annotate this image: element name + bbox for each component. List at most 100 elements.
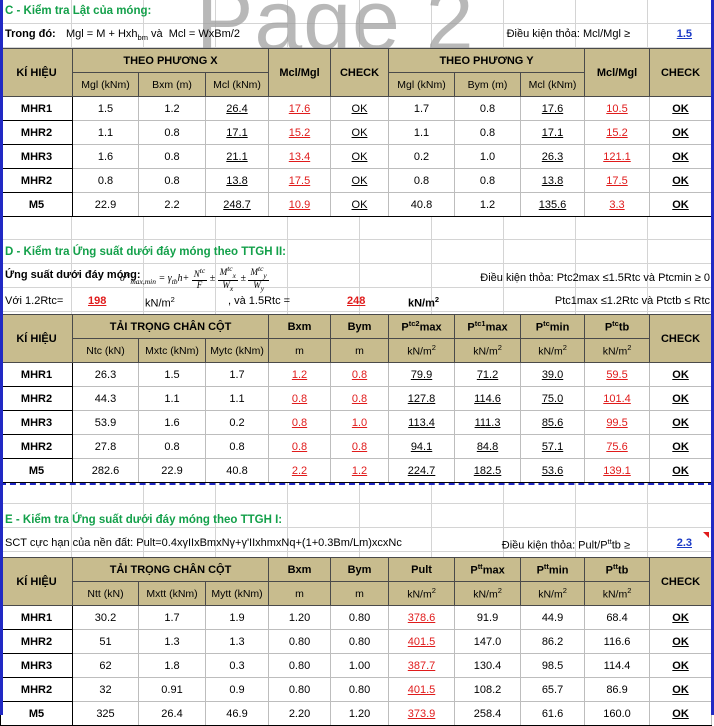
table-cell: 40.8 [204,458,270,483]
table-row: M5 282.6 22.9 40.8 2.2 1.2 224.7 182.5 53.6 139.1… [0,458,713,483]
col-header-ptc1max: Ptc1max [454,314,522,339]
table-cell: 0.8 [138,120,206,145]
table-cell: 26.4 [205,96,269,121]
row-label: MHR2 [0,168,73,193]
section-c-table: KÍ HIỆU THEO PHƯƠNG X Mcl/Mgl CHECK THEO… [0,48,712,217]
table-cell: 91.9 [454,605,522,630]
col-header-check: CHECK [649,557,713,606]
row-label: MHR3 [0,410,73,435]
table-cell: 0.80 [268,629,332,654]
table-cell: 0.80 [330,677,390,702]
table-cell: 0.8 [454,120,521,145]
section-c-condition-value[interactable]: 1.5 [677,28,692,40]
rtc-label-1: Với 1.2Rtc= [5,295,64,307]
table-cell: 10.5 [584,96,650,121]
table-cell: 98.5 [520,653,586,678]
cell-check: OK [649,168,712,193]
table-cell: 51 [72,629,139,654]
table-row: MHR3 62 1.8 0.3 0.80 1.00 387.7 130.4 98.5 114.4 O… [0,653,713,678]
section-d-note: Ứng suất dưới đáy móng: σtcmax,min = γtb… [0,264,714,292]
table-cell: 1.9 [204,605,270,630]
spacer-row-after-c [0,217,714,241]
table-cell: 2.20 [268,701,332,726]
table-cell: 2.2 [268,458,332,483]
table-cell: 373.9 [388,701,456,726]
table-cell: 224.7 [388,458,456,483]
rtc-value-1[interactable]: 198 [88,295,106,307]
section-e-condition-value[interactable]: 2.3 [677,537,692,549]
col-header-pttmin: Pttmin [520,557,586,582]
table-cell: 13.8 [520,168,585,193]
table-cell: 0.80 [330,605,390,630]
table-cell: 62 [72,653,139,678]
comment-marker-icon[interactable] [703,532,709,538]
table-cell: 75.6 [584,434,651,459]
table-cell: 17.1 [205,120,269,145]
table-cell: 32 [72,677,139,702]
table-cell: 1.7 [204,362,270,387]
col-group-column-loads: TẢI TRỌNG CHÂN CỘT [71,314,270,339]
table-cell: 1.5 [138,362,206,387]
table-cell: 1.2 [330,458,390,483]
section-d-table: KÍ HIỆU TẢI TRỌNG CHÂN CỘT Bxm Bym Ptc2m… [0,314,713,483]
table-cell: 0.8 [388,168,455,193]
table-cell: 1.0 [330,410,390,435]
table-cell: 108.2 [454,677,522,702]
table-cell: 26.3 [520,144,585,169]
col-group-direction-y: THEO PHƯƠNG Y [388,48,585,73]
col-unit-pttmin: kN/m2 [520,581,586,606]
table-cell: 0.80 [268,677,332,702]
table-cell: 65.7 [520,677,586,702]
table-cell: 282.6 [72,458,139,483]
col-header-bym: Bym [330,557,390,582]
table-cell: 1.3 [138,629,206,654]
table-cell: 114.4 [584,653,651,678]
cell-check: OK [649,629,713,654]
cell-check: OK [649,605,713,630]
table-cell: 0.8 [268,410,332,435]
table-cell: 0.8 [454,168,521,193]
col-header-mgl-x: Mgl (kNm) [72,72,139,97]
table-row: MHR1 26.3 1.5 1.7 1.2 0.8 79.9 71.2 39.0 59.5 OK [0,362,713,387]
col-unit-bxm: m [268,581,332,606]
table-cell: 139.1 [584,458,651,483]
table-cell: 1.20 [268,605,332,630]
section-d-rtc-line: Với 1.2Rtc= 198 kN/m2 , và 1.5Rtc = 248 … [0,291,714,314]
section-d-condition-2: Ptc1max ≤1.2Rtc và Ptctb ≤ Rtc [554,295,710,307]
col-unit-bym: m [330,338,390,363]
table-row: MHR2 44.3 1.1 1.1 0.8 0.8 127.8 114.6 75.0 101.4 O… [0,386,713,411]
table-row: MHR2 51 1.3 1.3 0.80 0.80 401.5 147.0 86.2 116.6 O… [0,629,713,654]
section-e-note-text: SCT cực hạn của nền đất: Pult=0.4xγIIxBm… [5,537,402,549]
table-cell: 17.5 [584,168,650,193]
section-e-body: MHR1 30.2 1.7 1.9 1.20 0.80 378.6 91.9 44.9 68.4 O… [0,605,713,726]
table-cell: 160.0 [584,701,651,726]
col-header-symbol: KÍ HIỆU [0,48,73,97]
rtc-value-2[interactable]: 248 [347,295,365,307]
table-cell: OK [330,120,389,145]
table-cell: 111.3 [454,410,522,435]
section-d-condition-1: Điều kiện thỏa: Ptc2max ≤1.5Rtc và Ptcmi… [480,272,710,284]
worksheet-page: C - Kiểm tra Lật của móng: Trong đó: Mgl… [0,0,714,726]
table-cell: 0.8 [138,168,206,193]
table-cell: 40.8 [388,192,455,217]
table-cell: 13.8 [205,168,269,193]
col-header-mytc: Mytc (kNm) [204,338,270,363]
table-cell: 0.8 [330,434,390,459]
table-cell: 2.2 [138,192,206,217]
row-label: MHR2 [0,434,73,459]
col-header-pult: Pult [388,557,456,582]
table-cell: 17.1 [520,120,585,145]
section-e: E - Kiểm tra Ứng suất dưới đáy móng theo… [0,509,714,726]
col-group-column-loads: TẢI TRỌNG CHÂN CỘT [71,557,270,582]
table-cell: 401.5 [388,677,456,702]
col-header-bym: Bym [330,314,390,339]
section-d-body: MHR1 26.3 1.5 1.7 1.2 0.8 79.9 71.2 39.0 59.5 OK MH… [0,362,713,483]
row-label: M5 [0,701,73,726]
table-cell: 17.5 [268,168,331,193]
section-c-title: C - Kiểm tra Lật của móng: [5,5,152,17]
spacer-row-after-d [0,485,714,509]
table-cell: 0.8 [72,168,139,193]
table-cell: 0.2 [388,144,455,169]
table-cell: 79.9 [388,362,456,387]
col-unit-bxm: m [268,338,332,363]
